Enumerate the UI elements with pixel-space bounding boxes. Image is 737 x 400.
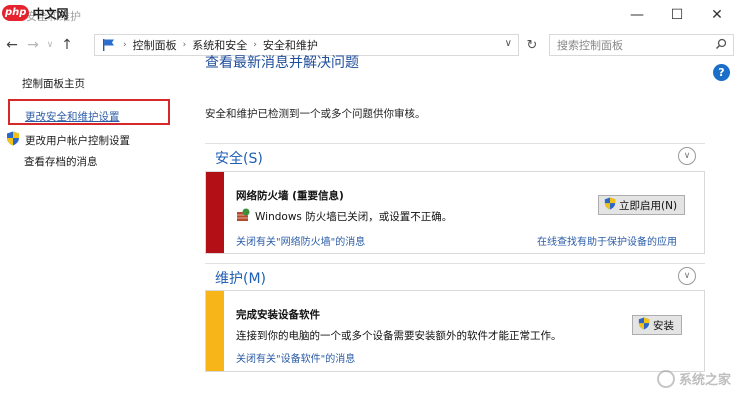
up-button[interactable]: ↑ — [58, 34, 76, 56]
site-watermark-text: 系统之家 — [678, 373, 731, 388]
chevron-down-icon[interactable]: ∨ — [678, 267, 696, 285]
turn-on-now-label: 立即启用(N) — [619, 199, 678, 212]
device-software-message: 连接到你的电脑的一个或多个设备需要安装额外的软件才能正常工作。 — [236, 330, 562, 342]
maximize-button[interactable]: ☐ — [657, 0, 697, 30]
maintenance-section-header[interactable]: 维护(M) ∨ — [205, 263, 705, 293]
sidebar-link-uac-label: 更改用户帐户控制设置 — [25, 134, 130, 147]
page-title: 查看最新消息并解决问题 — [205, 55, 359, 71]
page-subtitle: 安全和维护已检测到一个或多个问题供你审核。 — [205, 108, 426, 120]
turn-off-firewall-messages-link[interactable]: 关闭有关"网络防火墙"的消息 — [236, 233, 365, 248]
watermark-logo-icon — [656, 369, 675, 388]
help-icon[interactable]: ? — [713, 64, 730, 81]
install-button[interactable]: 安装 — [632, 315, 682, 335]
sidebar: 控制面板主页 更改安全和维护设置 更改用户帐户控制设置 查看存档的消息 — [0, 60, 195, 400]
install-label: 安装 — [653, 319, 674, 332]
search-icon[interactable] — [715, 38, 727, 53]
breadcrumb-separator-icon: › — [253, 40, 257, 50]
minimize-button[interactable]: — — [617, 0, 657, 30]
site-watermark-xitong: 系统之家 — [656, 369, 731, 388]
shield-icon — [604, 197, 616, 213]
turn-on-now-button[interactable]: 立即启用(N) — [598, 195, 686, 215]
sidebar-link-home[interactable]: 控制面板主页 — [22, 76, 85, 91]
breadcrumb-security-maintenance[interactable]: 安全和维护 — [263, 37, 318, 53]
refresh-button[interactable]: ↻ — [522, 34, 542, 56]
control-panel-flag-icon — [101, 38, 117, 52]
back-button[interactable]: ← — [3, 34, 21, 56]
breadcrumb-separator-icon: › — [123, 40, 127, 50]
forward-button[interactable]: → — [24, 34, 42, 56]
breadcrumb-separator-icon: › — [182, 40, 187, 50]
chevron-down-icon[interactable]: ∨ — [678, 147, 696, 165]
sidebar-link-security-settings[interactable]: 更改安全和维护设置 — [25, 109, 120, 124]
search-placeholder: 搜索控制面板 — [557, 39, 623, 52]
title-bar: php 中文网 安全和维护 — ☐ ✕ — [0, 0, 737, 30]
find-protection-apps-link[interactable]: 在线查找有助于保护设备的应用 — [537, 233, 677, 248]
search-input[interactable]: 搜索控制面板 — [549, 34, 734, 56]
device-software-card: 完成安装设备软件 连接到你的电脑的一个或多个设备需要安装额外的软件才能正常工作。… — [205, 290, 705, 372]
maintenance-section-title: 维护(M) — [215, 271, 267, 287]
recent-dropdown-icon[interactable]: ∨ — [45, 34, 55, 56]
breadcrumb-system-security[interactable]: 系统和安全 — [192, 37, 247, 53]
firewall-icon — [236, 208, 250, 225]
firewall-alert-title: 网络防火墙 (重要信息) — [236, 190, 344, 202]
window-controls: — ☐ ✕ — [617, 0, 737, 30]
window-title: 安全和维护 — [26, 10, 81, 23]
device-software-title: 完成安装设备软件 — [236, 309, 320, 321]
breadcrumb-control-panel[interactable]: 控制面板 — [133, 37, 177, 53]
firewall-alert-message: Windows 防火墙已关闭，或设置不正确。 — [236, 208, 452, 225]
shield-icon — [638, 317, 650, 333]
security-section-header[interactable]: 安全(S) ∨ — [205, 143, 705, 173]
sidebar-link-archived-messages[interactable]: 查看存档的消息 — [24, 154, 98, 169]
navigation-bar: ← → ∨ ↑ › 控制面板 › 系统和安全 › 安全和维护 ∨ ↻ 搜索控制面… — [0, 30, 737, 60]
firewall-alert-card: 网络防火墙 (重要信息) Windows 防火墙已关闭，或设置不正确。 关闭有关… — [205, 171, 705, 254]
firewall-alert-text: Windows 防火墙已关闭，或设置不正确。 — [255, 211, 453, 223]
turn-off-device-messages-link[interactable]: 关闭有关"设备软件"的消息 — [236, 350, 355, 365]
sidebar-link-uac-settings[interactable]: 更改用户帐户控制设置 — [6, 131, 130, 149]
critical-status-stripe — [206, 172, 224, 253]
warning-status-stripe — [206, 291, 224, 371]
close-button[interactable]: ✕ — [697, 0, 737, 30]
address-dropdown-icon[interactable]: ∨ — [505, 38, 512, 49]
security-section-title: 安全(S) — [215, 151, 263, 167]
uac-shield-icon — [6, 131, 20, 149]
